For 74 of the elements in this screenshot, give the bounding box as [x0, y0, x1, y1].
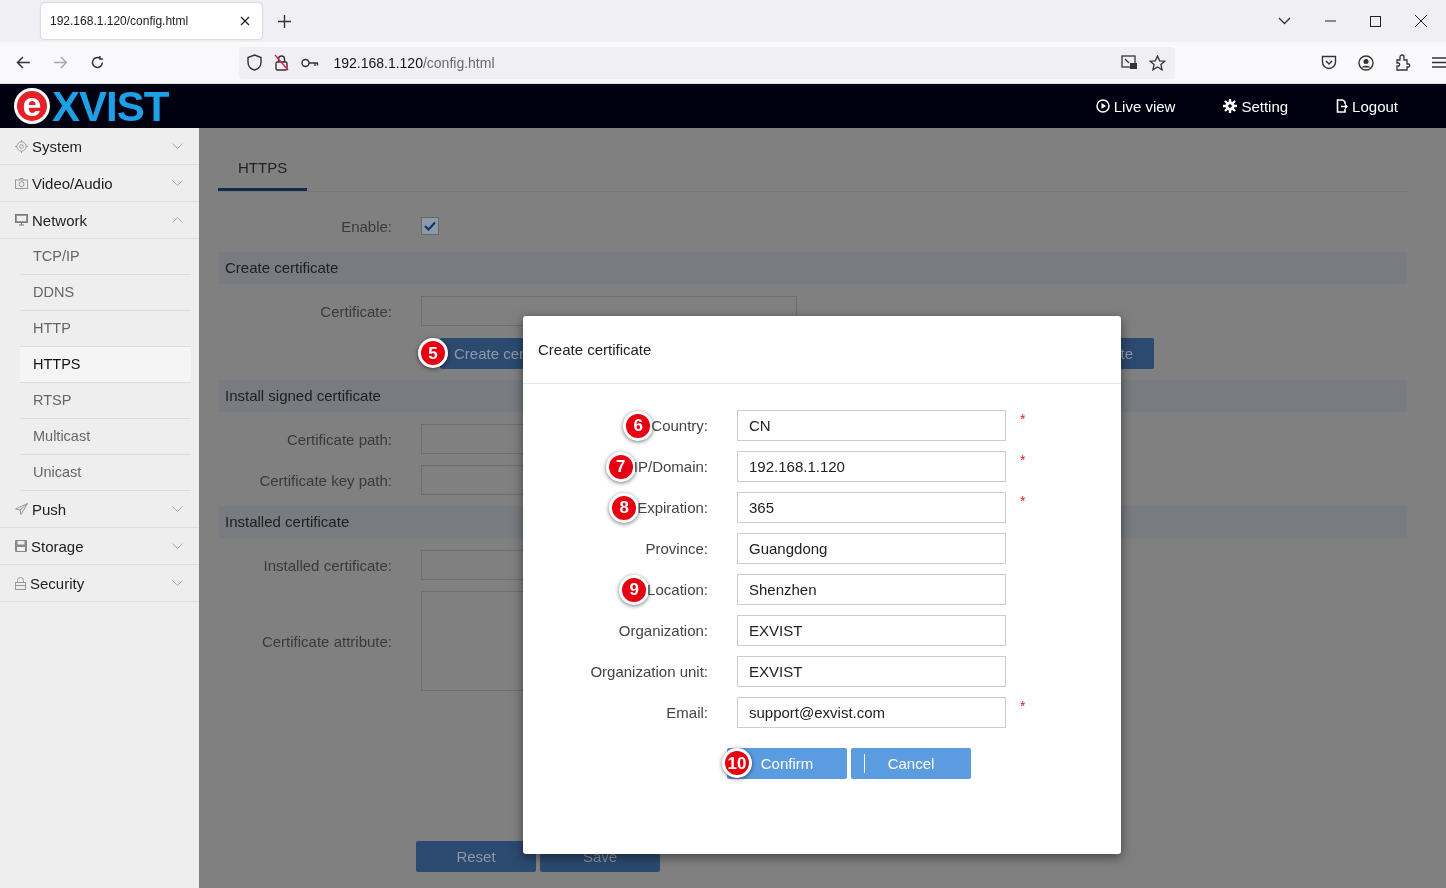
chevron-up-icon — [172, 217, 183, 223]
chevron-down-icon — [172, 143, 183, 149]
input-field[interactable]: Shenzhen — [737, 574, 1006, 605]
maximize-icon[interactable] — [1370, 15, 1381, 27]
input-field[interactable]: 365 — [737, 492, 1006, 523]
required-mark: * — [1020, 698, 1026, 714]
section-header: Create certificate — [218, 251, 1408, 285]
field-label: Certificate attribute: — [260, 632, 392, 650]
chevron-down-icon — [172, 180, 183, 186]
chevron-down-icon — [172, 543, 183, 549]
nav-link[interactable]: Setting — [1223, 97, 1289, 115]
input-field[interactable]: 192.168.1.120 — [737, 451, 1006, 482]
close-icon[interactable] — [1415, 15, 1427, 27]
nav-link[interactable]: Live view — [1095, 97, 1176, 115]
field-label: Province: — [645, 540, 708, 557]
sidebar-subitem[interactable]: DDNS — [20, 275, 191, 311]
account-icon[interactable] — [1358, 54, 1374, 71]
field-label: Email: — [666, 704, 708, 721]
reload-icon[interactable] — [89, 55, 105, 70]
field-label: Organization: — [618, 622, 708, 639]
monitor-icon — [15, 214, 28, 226]
floppy-icon — [15, 540, 27, 552]
field-label: IP/Domain: — [633, 458, 708, 475]
logout-icon — [1336, 99, 1349, 113]
step-badge: 10 — [722, 748, 752, 778]
send-icon — [15, 503, 28, 515]
browser-tab[interactable]: 192.168.1.120/config.html — [41, 3, 262, 39]
input-field[interactable]: CN — [737, 410, 1006, 441]
sidebar-item[interactable]: Storage — [0, 528, 199, 565]
address-bar[interactable]: 192.168.1.120/config.html — [239, 46, 1175, 79]
star-icon[interactable] — [1149, 54, 1166, 71]
field-label: Country: — [651, 417, 708, 434]
picture-in-picture-icon[interactable] — [1121, 55, 1137, 70]
field-label: Location: — [647, 581, 708, 598]
input-field[interactable]: EXVIST — [737, 656, 1006, 687]
input-field[interactable]: Guangdong — [737, 533, 1006, 564]
input-field[interactable]: EXVIST — [737, 615, 1006, 646]
sidebar-subitem[interactable]: Unicast — [20, 455, 191, 491]
pocket-icon[interactable] — [1321, 55, 1337, 70]
field-label: Certificate: — [319, 302, 392, 320]
step-badge: 5 — [418, 338, 448, 368]
sidebar-subitem[interactable]: HTTPS — [20, 347, 191, 383]
input-field[interactable]: support@exvist.com — [737, 697, 1006, 728]
puzzle-icon[interactable] — [1395, 54, 1411, 71]
camera-icon — [15, 177, 28, 189]
sidebar-subitem[interactable]: RTSP — [20, 383, 191, 419]
logo[interactable]: e XVIST — [14, 84, 169, 128]
field-label: Certificate key path: — [258, 471, 392, 489]
tab[interactable]: HTTPS — [218, 148, 308, 191]
plus-icon[interactable] — [278, 14, 291, 28]
field-label: Certificate path: — [285, 430, 392, 448]
menu-icon[interactable] — [1432, 57, 1446, 68]
field-label: Organization unit: — [590, 663, 708, 680]
play-icon — [1095, 99, 1110, 113]
required-mark: * — [1020, 452, 1026, 468]
close-icon[interactable] — [240, 16, 250, 26]
chevron-down-icon[interactable] — [1278, 17, 1291, 25]
lock-slash-icon[interactable] — [274, 54, 290, 71]
nav-link[interactable]: Logout — [1336, 97, 1398, 115]
dialog-title: Create certificate — [538, 341, 652, 358]
address-text: 192.168.1.120/config.html — [333, 54, 495, 71]
sidebar-subitem[interactable]: Multicast — [20, 419, 191, 455]
field-label: Installed certificate: — [262, 556, 392, 574]
required-mark: * — [1020, 411, 1026, 427]
shield-icon[interactable] — [247, 54, 263, 71]
sidebar-subitem[interactable]: TCP/IP — [20, 239, 191, 275]
checkbox[interactable] — [421, 217, 439, 235]
chevron-down-icon — [172, 580, 183, 586]
field-label: Enable: — [340, 217, 392, 235]
chevron-down-icon — [172, 506, 183, 512]
back-icon[interactable] — [16, 56, 31, 69]
key-icon[interactable] — [301, 57, 320, 68]
lock-icon — [15, 576, 26, 590]
sidebar-item[interactable]: Network — [0, 202, 199, 239]
